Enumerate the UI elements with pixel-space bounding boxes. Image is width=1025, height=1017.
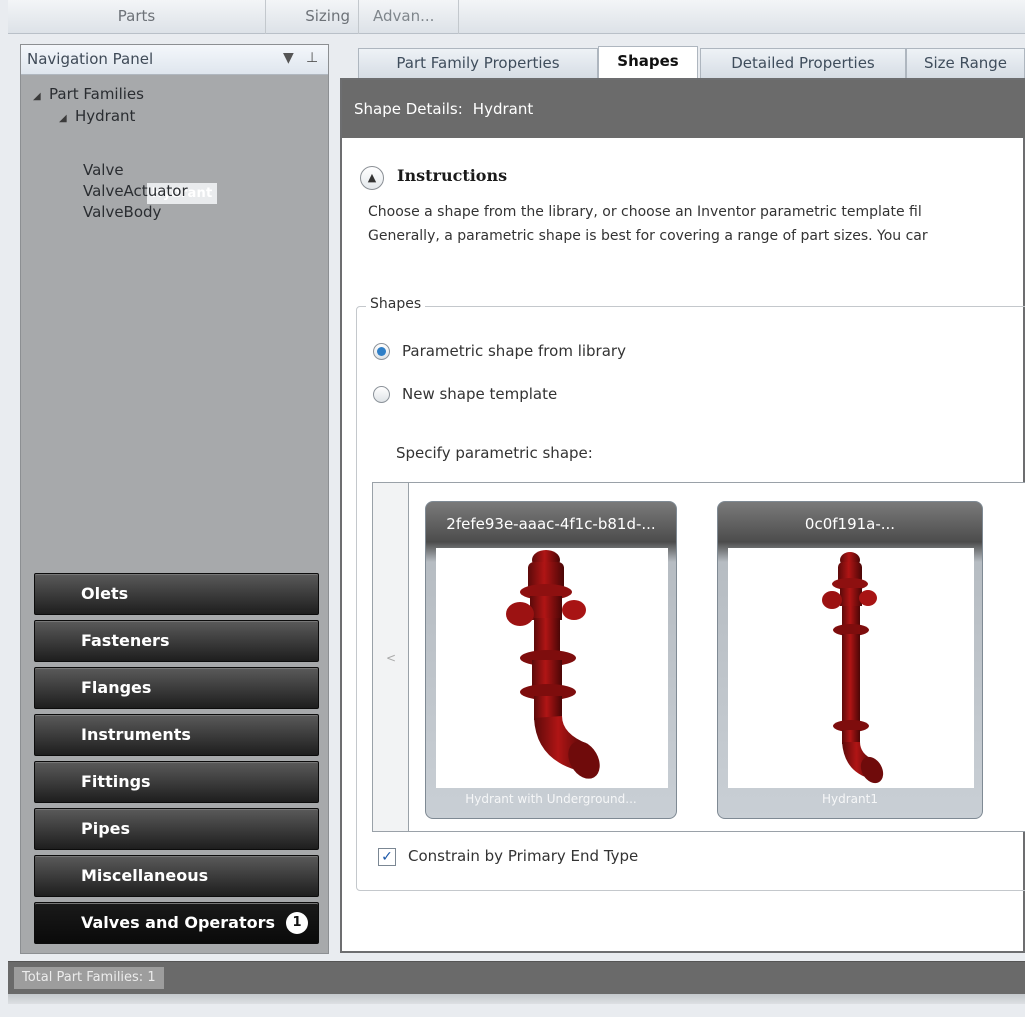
category-fasteners-button[interactable]: Fasteners	[34, 620, 319, 662]
top-tab-strip: Parts Sizing Advan...	[8, 0, 1025, 34]
hydrant-underground-image	[436, 548, 668, 788]
category-label: Valves and Operators	[81, 913, 276, 932]
shape-card-title: 0c0f191a-...	[804, 515, 896, 533]
instructions-title: Instructions	[397, 166, 508, 185]
shape-card-title: 2fefe93e-aaac-4f1c-b81d-...	[446, 515, 656, 533]
shape-gallery: < 2fefe93e-aaac-4f1c-b81d-... Hydrant wi…	[372, 482, 1025, 832]
collapse-arrow-icon[interactable]: ◢	[33, 91, 49, 102]
tree-item-valve[interactable]: Valve	[83, 161, 124, 179]
category-pipes-button[interactable]: Pipes	[34, 808, 319, 850]
constrain-checkbox[interactable]: ✓	[378, 848, 396, 866]
instructions-text-line2: Generally, a parametric shape is best fo…	[368, 228, 928, 244]
pin-icon[interactable]: ⊥	[306, 50, 318, 66]
radio-new-template[interactable]	[373, 386, 390, 403]
top-tab-sizing[interactable]: Sizing	[266, 0, 359, 34]
count-badge: 1	[286, 912, 308, 934]
shape-card[interactable]: 2fefe93e-aaac-4f1c-b81d-... Hydrant with…	[425, 501, 677, 819]
top-tab-parts[interactable]: Parts	[8, 0, 266, 34]
dropdown-icon[interactable]: ▼	[283, 50, 294, 66]
tree-item-part-families[interactable]: ◢ Part Families	[33, 85, 144, 103]
category-fittings-button[interactable]: Fittings	[34, 761, 319, 803]
shapes-group-label: Shapes	[366, 296, 426, 312]
shape-card[interactable]: 0c0f191a-... Hydrant1	[717, 501, 983, 819]
tab-part-family-properties[interactable]: Part Family Properties	[358, 48, 598, 78]
bottom-border	[8, 994, 1025, 1004]
tree-label: Hydrant	[75, 107, 136, 125]
top-tab-advanced[interactable]: Advan...	[359, 0, 459, 34]
radio-new-template-label[interactable]: New shape template	[402, 385, 557, 403]
chevron-left-icon: <	[386, 651, 397, 665]
instructions-text-line1: Choose a shape from the library, or choo…	[368, 204, 922, 220]
gallery-scroll-left[interactable]: <	[373, 483, 409, 831]
collapse-arrow-icon[interactable]: ◢	[59, 113, 75, 124]
hydrant-image	[728, 548, 974, 788]
collapse-chevron-icon[interactable]: ▲	[360, 166, 384, 190]
shape-details-label: Shape Details:	[354, 100, 463, 118]
status-bar: Total Part Families: 1	[8, 961, 1025, 994]
radio-parametric-library-label[interactable]: Parametric shape from library	[402, 342, 626, 360]
shape-details-header: Shape Details: Hydrant	[342, 80, 1025, 138]
category-olets-button[interactable]: Olets	[34, 573, 319, 615]
tab-size-range[interactable]: Size Range	[906, 48, 1025, 78]
category-miscellaneous-button[interactable]: Miscellaneous	[34, 855, 319, 897]
navigation-panel: Navigation Panel ▼ ⊥ ◢ Part Families ◢ Hyd…	[20, 44, 329, 954]
constrain-checkbox-label[interactable]: Constrain by Primary End Type	[408, 847, 638, 865]
category-valves-and-operators-button[interactable]: Valves and Operators 1	[34, 902, 319, 944]
tab-shapes[interactable]: Shapes	[598, 46, 698, 78]
radio-parametric-library[interactable]	[373, 343, 390, 360]
navigation-panel-header: Navigation Panel ▼ ⊥	[21, 45, 328, 75]
app-window: Parts Sizing Advan... Navigation Panel ▼…	[0, 0, 1025, 1017]
status-label: Total Part Families:	[22, 970, 144, 985]
total-part-families-status: Total Part Families: 1	[14, 967, 164, 989]
tree-item-valvebody[interactable]: ValveBody	[83, 203, 161, 221]
shape-card-caption: Hydrant1	[822, 792, 878, 806]
content-tab-strip: Part Family Properties Shapes Detailed P…	[340, 44, 1025, 78]
navigation-panel-title: Navigation Panel	[27, 50, 154, 68]
tree-item-valveactuator[interactable]: ValveActuator	[83, 182, 188, 200]
shape-details-value: Hydrant	[472, 100, 534, 118]
tab-detailed-properties[interactable]: Detailed Properties	[700, 48, 906, 78]
tree-item-hydrant[interactable]: ◢ Hydrant	[59, 107, 135, 125]
status-count: 1	[147, 970, 156, 985]
shape-details-panel: Shape Details: Hydrant ▲ Instructions Cho…	[340, 78, 1025, 953]
shape-card-caption: Hydrant with Underground...	[465, 792, 637, 806]
category-instruments-button[interactable]: Instruments	[34, 714, 319, 756]
category-flanges-button[interactable]: Flanges	[34, 667, 319, 709]
specify-shape-label: Specify parametric shape:	[396, 444, 593, 462]
tree-label: Part Families	[49, 85, 144, 103]
